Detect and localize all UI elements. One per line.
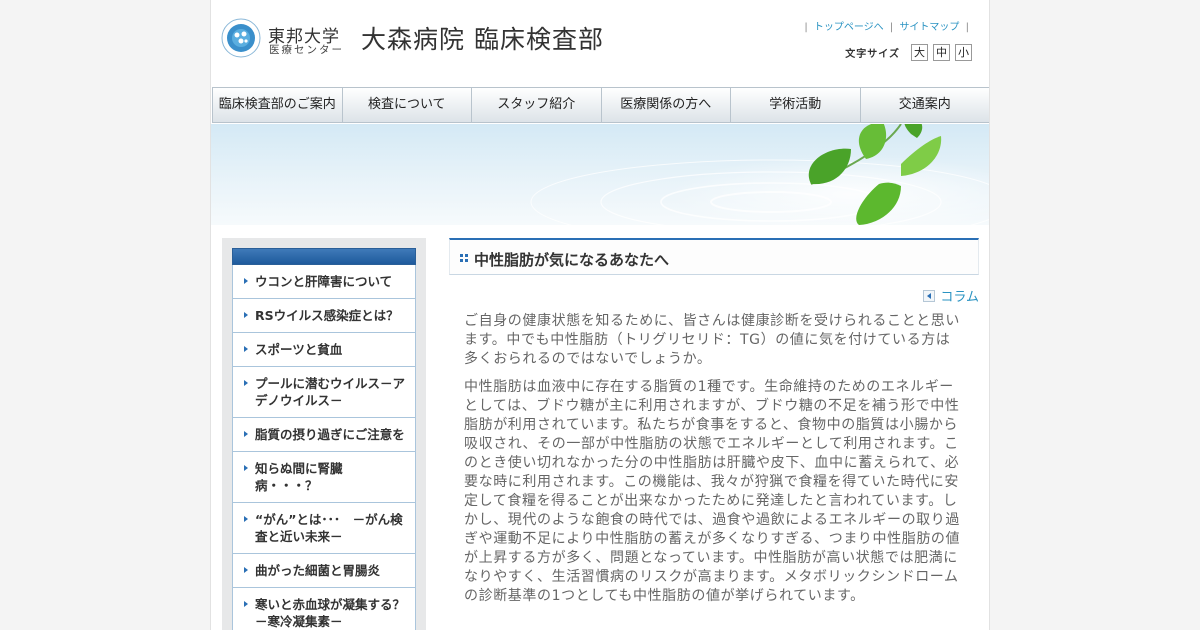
header-banner [211,124,989,225]
arrow-right-icon [244,312,248,318]
page-title: 中性脂肪が気になるあなたへ [474,251,670,269]
university-subtitle: 医療センター [269,44,344,56]
sidebar-item-lipid-intake[interactable]: 脂質の摂り過ぎにご注意を [233,418,415,452]
sidebar-item-label: ウコンと肝障害について [255,274,393,289]
arrow-right-icon [244,278,248,284]
page-container: 東邦大学 医療センター 大森病院 臨床検査部 | トップページへ | サイトマッ… [210,0,990,630]
sidebar-item-label: 寒いと赤血球が凝集する？ －寒冷凝集素－ [255,597,418,629]
nav-item-about-tests[interactable]: 検査について [343,88,472,122]
arrow-right-icon [244,465,248,471]
sidebar-item-label: “がん”とは･･･ －がん検査と近い未来－ [255,512,403,544]
sidebar-article-list: ウコンと肝障害について RSウイルス感染症とは？ スポーツと貧血 プールに潜むウ… [232,265,418,630]
sidebar-item-kidney-disease[interactable]: 知らぬ間に腎臓病・・・？ [233,452,415,503]
arrow-right-icon [244,431,248,437]
sidebar-item-label: 脂質の摂り過ぎにご注意を [255,427,405,442]
water-ripple-leaf-image [530,124,989,225]
separator: | [965,22,969,33]
arrow-right-icon [244,346,248,352]
font-size-medium-button[interactable]: 中 [933,44,950,61]
font-size-large-button[interactable]: 大 [911,44,928,61]
site-title[interactable]: 大森病院 臨床検査部 [361,20,604,56]
nav-item-medical-professionals[interactable]: 医療関係の方へ [602,88,731,122]
sidebar-item-label: 曲がった細菌と胃腸炎 [255,563,381,578]
sidebar-item-adenovirus[interactable]: プールに潜むウイルス－アデノウイルス－ [233,367,415,418]
font-size-control: 文字サイズ 大 中 小 [845,44,972,61]
font-size-label: 文字サイズ [845,49,900,60]
separator: | [889,22,894,33]
main-content: 中性脂肪が気になるあなたへ コラム ご自身の健康状態を知るために、皆さんは健康診… [449,238,979,604]
university-logo-icon[interactable] [221,18,261,58]
article-paragraph: 中性脂肪は血液中に存在する脂質の1種です。生命維持のためのエネルギーとしては、ブ… [464,379,961,604]
category-link-label: コラム [940,290,979,305]
font-size-small-button[interactable]: 小 [955,44,972,61]
sidebar: ウコンと肝障害について RSウイルス感染症とは？ スポーツと貧血 プールに潜むウ… [222,238,426,630]
category-link-column[interactable]: コラム [923,286,979,305]
sidebar-item-cancer-tests[interactable]: “がん”とは･･･ －がん検査と近い未来－ [233,503,415,554]
article-body: ご自身の健康状態を知るために、皆さんは健康診断を受けられることと思います。中でも… [464,312,961,615]
site-header: 東邦大学 医療センター 大森病院 臨床検査部 | トップページへ | サイトマッ… [211,0,989,86]
back-arrow-icon [923,289,936,302]
sidebar-item-label: 知らぬ間に腎臓病・・・？ [255,461,343,493]
sidebar-item-curved-bacteria[interactable]: 曲がった細菌と胃腸炎 [233,554,415,588]
arrow-right-icon [244,567,248,573]
nav-item-department-guide[interactable]: 臨床検査部のご案内 [213,88,343,122]
sidebar-item-rs-virus[interactable]: RSウイルス感染症とは？ [233,299,415,333]
arrow-right-icon [244,601,248,607]
nav-item-access[interactable]: 交通案内 [861,88,990,122]
article-title-bar: 中性脂肪が気になるあなたへ [449,238,979,275]
global-nav: 臨床検査部のご案内 検査について スタッフ紹介 医療関係の方へ 学術活動 交通案… [212,87,990,123]
title-marker-icon [460,254,468,262]
arrow-right-icon [244,516,248,522]
sitemap-link[interactable]: サイトマップ [899,22,959,33]
sidebar-item-label: プールに潜むウイルス－アデノウイルス－ [255,376,406,408]
sidebar-item-turmeric-liver[interactable]: ウコンと肝障害について [233,265,415,299]
article-paragraph: ご自身の健康状態を知るために、皆さんは健康診断を受けられることと思います。中でも… [464,313,960,367]
top-page-link[interactable]: トップページへ [814,22,884,33]
nav-item-academic-activities[interactable]: 学術活動 [731,88,861,122]
utility-links: | トップページへ | サイトマップ | [801,18,972,33]
sidebar-item-cold-agglutinin[interactable]: 寒いと赤血球が凝集する？ －寒冷凝集素－ [233,588,418,630]
separator: | [804,22,808,33]
arrow-right-icon [244,380,248,386]
nav-item-staff[interactable]: スタッフ紹介 [472,88,602,122]
sidebar-item-sports-anemia[interactable]: スポーツと貧血 [233,333,415,367]
sidebar-item-label: スポーツと貧血 [255,342,343,357]
sidebar-header-bar [232,248,416,265]
sidebar-item-label: RSウイルス感染症とは？ [255,308,399,323]
